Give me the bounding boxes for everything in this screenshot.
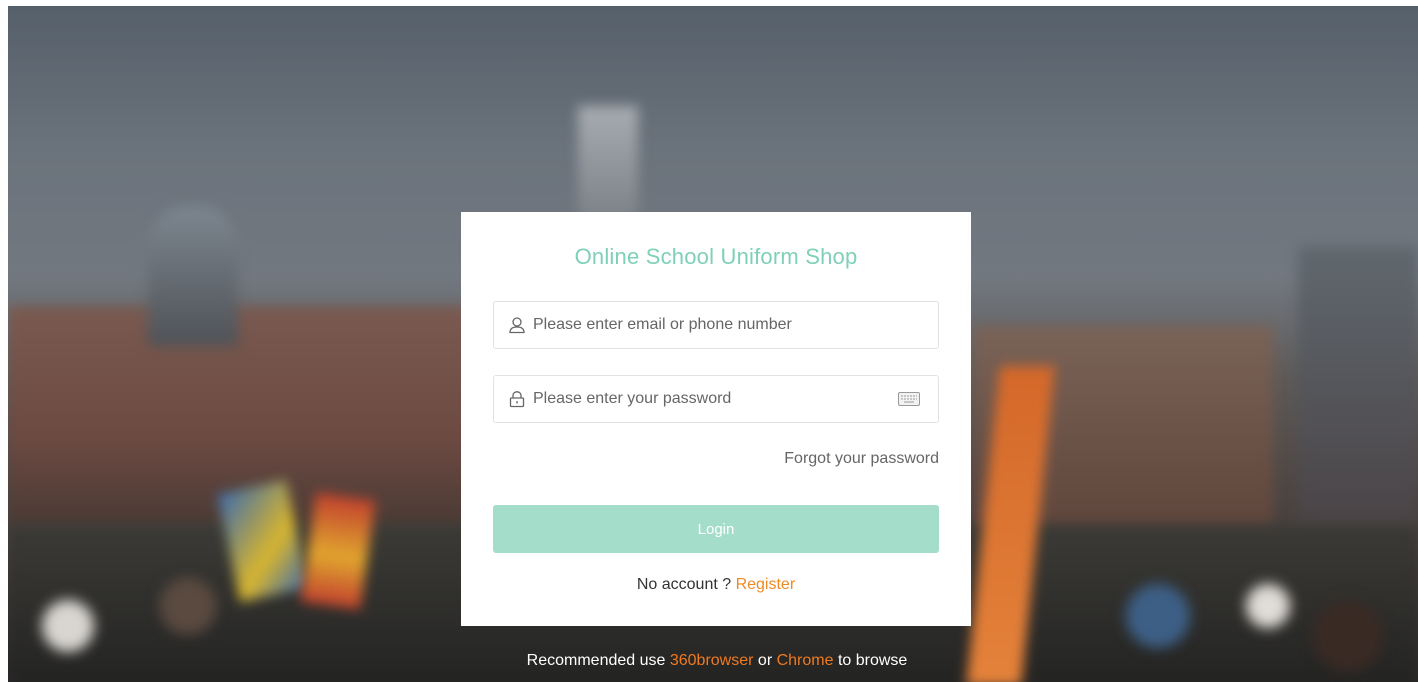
lock-icon — [507, 389, 527, 409]
register-link[interactable]: Register — [736, 576, 796, 593]
bg-tower-center — [578, 106, 638, 226]
shop-title: Online School Uniform Shop — [574, 244, 858, 269]
bg-tower-left — [148, 206, 238, 346]
no-account-text: No account ? — [636, 576, 736, 593]
bg-building-far-right — [1298, 246, 1418, 526]
keyboard-icon[interactable] — [898, 391, 920, 407]
username-input[interactable] — [533, 302, 938, 348]
register-line: No account ? Register — [461, 576, 971, 594]
login-page: Online School Uniform Shop Please enter … — [0, 0, 1418, 682]
user-icon — [507, 315, 527, 335]
password-input[interactable] — [533, 376, 898, 422]
forgot-password-link[interactable]: Forgot your password — [784, 450, 939, 468]
footer-suffix: to browse — [833, 652, 908, 669]
browser-chrome-link[interactable]: Chrome — [777, 652, 834, 669]
browser-recommendation: Recommended use 360browser or Chrome to … — [0, 652, 1418, 670]
footer-middle: or — [753, 652, 777, 669]
footer-prefix: Recommended use — [526, 652, 670, 669]
username-field[interactable] — [493, 301, 939, 349]
login-card: Online School Uniform Shop Please enter … — [461, 212, 971, 626]
password-field[interactable] — [493, 375, 939, 423]
browser-360-link[interactable]: 360browser — [670, 652, 754, 669]
login-button[interactable]: Login — [493, 505, 939, 553]
